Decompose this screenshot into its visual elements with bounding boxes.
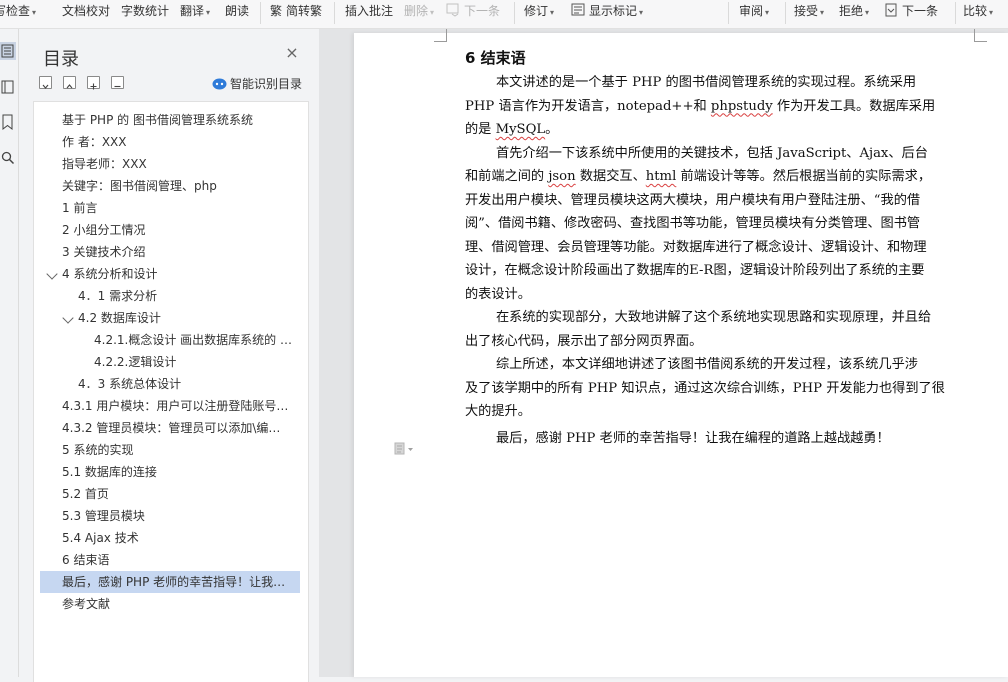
promote-plus-icon[interactable]: [87, 76, 100, 90]
toc-item[interactable]: 4 系统分析和设计: [40, 263, 300, 285]
expand-up-icon[interactable]: [63, 76, 76, 89]
toc-item[interactable]: 5.3 管理员模块: [40, 505, 300, 527]
next-comment-icon: [446, 3, 459, 17]
paragraph: 在系统的实现部分，大致地讲解了这个系统地实现思路和实现原理，并且给 出了核心代码…: [465, 306, 975, 353]
toc-panel-icon[interactable]: [0, 42, 16, 60]
toc-item[interactable]: 4.2.2.逻辑设计: [40, 351, 300, 373]
toc-item[interactable]: 作 者：XXX: [40, 131, 300, 153]
text-line: 大的提升。: [465, 404, 531, 419]
toc-item[interactable]: 5.4 Ajax 技术: [40, 527, 300, 549]
side-icon-strip: [0, 29, 19, 677]
demote-minus-icon[interactable]: [111, 76, 124, 89]
text-line: 出了核心代码，展示出了部分网页界面。: [465, 333, 703, 349]
compare-button[interactable]: 比较 ▾: [963, 0, 993, 24]
text-line: 综上所述，本文详细地讲述了该图书借阅系统的开发过程，该系统几乎涉: [496, 357, 918, 372]
toc-item[interactable]: 6 结束语: [40, 549, 300, 571]
toc-list: 基于 PHP 的 图书借阅管理系统系统 作 者：XXX 指导老师：XXX 关键字…: [33, 101, 309, 682]
delete-comment-button[interactable]: 删除 ▾: [404, 0, 434, 24]
text-line: 首先介绍一下该系统中所使用的关键技术，包括 JavaScript、Ajax、后台: [496, 145, 928, 161]
document-page[interactable]: 6 结束语 本文讲述的是一个基于 PHP 的图书借阅管理系统的实现过程。系统采用…: [354, 29, 1008, 677]
insert-comment-button[interactable]: 插入批注: [345, 0, 393, 24]
read-aloud-button[interactable]: 朗读: [225, 0, 249, 24]
track-changes-button[interactable]: 修订 ▾: [524, 0, 554, 24]
toc-item[interactable]: 4.3.2 管理员模块：管理员可以添加\编辑图书: [40, 417, 300, 439]
toc-title: 目录: [43, 49, 79, 70]
text-line: PHP 语言作为开发语言，notepad++和 phpstudy 作为开发工具。…: [465, 98, 936, 114]
next-change-icon: [885, 3, 897, 17]
text-line: 阅”、借阅书籍、修改密码、查找图书等功能，管理员模块有分类管理、图书管: [465, 216, 921, 231]
text-line: 设计，在概念设计阶段画出了数据库的E-R图，逻辑设计阶段列出了系统的主要: [465, 263, 925, 278]
crop-mark: [434, 29, 447, 42]
paragraph: 首先介绍一下该系统中所使用的关键技术，包括 JavaScript、Ajax、后台…: [465, 142, 975, 307]
navigation-icon[interactable]: [0, 78, 16, 96]
translate-button[interactable]: 翻译 ▾: [180, 0, 210, 24]
review-menu-button[interactable]: 审阅 ▾: [739, 0, 769, 24]
show-markup-icon: [571, 3, 585, 16]
review-toolbar: 拼写检查▾ 文档校对 字数统计 翻译▾ 朗读 繁简转繁 插入批注 删除▾ 下一条…: [0, 0, 1008, 29]
next-change-button[interactable]: 下一条: [884, 0, 938, 24]
text-line: 的是 MySQL。: [465, 122, 559, 137]
word-count-button[interactable]: 字数统计: [121, 0, 169, 24]
search-icon[interactable]: [0, 149, 16, 167]
toc-item[interactable]: 5.2 首页: [40, 483, 300, 505]
toc-item[interactable]: 2 小组分工情况: [40, 219, 300, 241]
show-markup-button[interactable]: 显示标记 ▾: [571, 0, 643, 24]
toc-item[interactable]: 参考文献: [40, 593, 300, 615]
toc-item[interactable]: 关键字：图书借阅管理、php: [40, 175, 300, 197]
text-line: 本文讲述的是一个基于 PHP 的图书借阅管理系统的实现过程。系统采用: [496, 75, 917, 90]
paragraph: 本文讲述的是一个基于 PHP 的图书借阅管理系统的实现过程。系统采用 PHP 语…: [465, 71, 975, 142]
traditional-char-icon: 繁: [270, 3, 282, 17]
toc-item[interactable]: 指导老师：XXX: [40, 153, 300, 175]
reject-button[interactable]: 拒绝 ▾: [839, 0, 869, 24]
paragraph-handle-icon[interactable]: [394, 442, 416, 456]
toc-item[interactable]: 4.3.1 用户模块：用户可以注册登陆账号，借书: [40, 395, 300, 417]
text-line: 在系统的实现部分，大致地讲解了这个系统地实现思路和实现原理，并且给: [496, 310, 932, 325]
toc-item[interactable]: 1 前言: [40, 197, 300, 219]
toc-item[interactable]: 4．1 需求分析: [40, 285, 300, 307]
document-proofread-button[interactable]: 文档校对: [62, 0, 110, 24]
close-icon[interactable]: ×: [284, 45, 300, 61]
spell-check-button[interactable]: 拼写检查▾: [0, 0, 36, 24]
bookmark-icon[interactable]: [0, 113, 16, 131]
toc-panel: 目录 × 智能识别目录 基于 PHP 的 图书借阅管理系统系统 作 者：XXX …: [19, 29, 319, 682]
text-line: 和前端之间的 json 数据交互、html 前端设计等等。然后根据当前的实际需求…: [465, 169, 932, 184]
document-area: 6 结束语 本文讲述的是一个基于 PHP 的图书借阅管理系统的实现过程。系统采用…: [319, 29, 1008, 677]
toc-item[interactable]: 基于 PHP 的 图书借阅管理系统系统: [40, 109, 300, 131]
toc-item[interactable]: 4.2.1.概念设计 画出数据库系统的 E-R 图: [40, 329, 300, 351]
paragraph: 综上所述，本文详细地讲述了该图书借阅系统的开发过程，该系统几乎涉 及了该学期中的…: [465, 353, 975, 424]
accept-button[interactable]: 接受 ▾: [794, 0, 824, 24]
smart-toc-button[interactable]: 智能识别目录: [212, 75, 302, 92]
text-line: 及了该学期中的所有 PHP 知识点，通过这次综合训练，PHP 开发能力也得到了很: [465, 380, 945, 396]
section-heading: 6 结束语: [465, 49, 526, 67]
simplified-to-traditional-button[interactable]: 繁简转繁: [270, 0, 322, 24]
smart-recognize-icon: [212, 78, 227, 90]
toc-item[interactable]: 5.1 数据库的连接: [40, 461, 300, 483]
text-line: 最后，感谢 PHP 老师的幸苦指导！让我在编程的道路上越战越勇！: [496, 431, 890, 446]
collapse-all-icon[interactable]: [39, 76, 52, 89]
svg-text:繁: 繁: [270, 3, 282, 17]
text-line: 的表设计。: [465, 286, 531, 302]
toc-item-selected[interactable]: 最后，感谢 PHP 老师的幸苦指导！让我在编程的道路上越战越勇！: [40, 571, 300, 593]
crop-mark: [974, 29, 987, 42]
toc-item[interactable]: 4.2 数据库设计: [40, 307, 300, 329]
toc-item[interactable]: 4．3 系统总体设计: [40, 373, 300, 395]
text-line: 开发出用户模块、管理员模块这两大模块，用户模块有用户登陆注册、“我的借: [465, 192, 921, 208]
toc-item[interactable]: 3 关键技术介绍: [40, 241, 300, 263]
next-comment-button[interactable]: 下一条: [446, 0, 500, 24]
toc-item[interactable]: 5 系统的实现: [40, 439, 300, 461]
text-line: 理、借阅管理、会员管理等功能。对数据库进行了概念设计、逻辑设计、和物理: [465, 239, 927, 255]
chevron-down-icon[interactable]: [46, 268, 58, 280]
paragraph: 最后，感谢 PHP 老师的幸苦指导！让我在编程的道路上越战越勇！: [465, 427, 975, 451]
chevron-down-icon[interactable]: [62, 312, 74, 324]
